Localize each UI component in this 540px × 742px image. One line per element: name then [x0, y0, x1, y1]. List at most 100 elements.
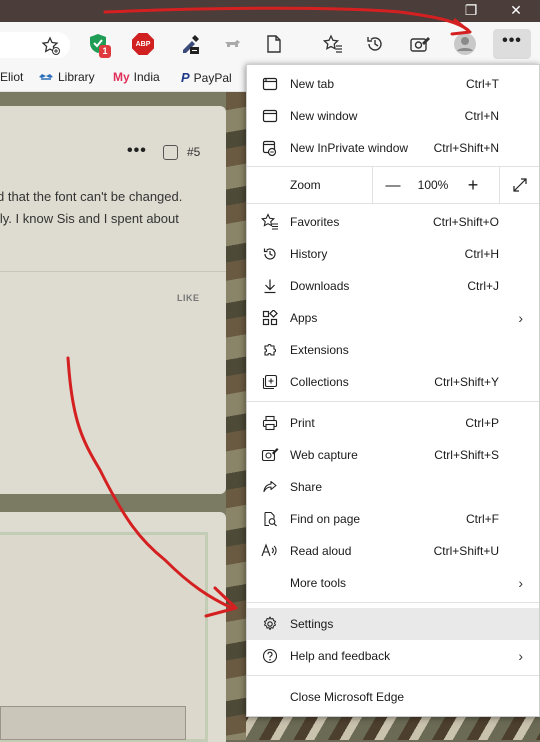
shield-extension-icon[interactable]: 1 — [83, 29, 113, 59]
menu-item-new-window[interactable]: New window Ctrl+N — [247, 100, 539, 132]
menu-shortcut: Ctrl+J — [467, 279, 499, 293]
menu-label: Find on page — [290, 512, 361, 526]
favorites-icon[interactable] — [318, 29, 348, 59]
menu-label: Read aloud — [290, 544, 352, 558]
menu-item-new-tab[interactable]: New tab Ctrl+T — [247, 68, 539, 100]
menu-label: Apps — [290, 311, 318, 325]
post-select-checkbox[interactable] — [163, 145, 178, 160]
menu-item-zoom: Zoom — 100% + — [247, 167, 539, 203]
web-capture-icon[interactable] — [405, 29, 435, 59]
profile-avatar-icon[interactable] — [450, 29, 480, 59]
post-body: d that the font can't be changed. lly. I… — [0, 186, 226, 230]
menu-label: Zoom — [290, 178, 321, 192]
zoom-value: 100% — [417, 178, 449, 192]
restore-button[interactable]: ❐ — [454, 0, 488, 20]
menu-item-apps[interactable]: Apps › — [247, 302, 539, 334]
menu-item-find-on-page[interactable]: Find on page Ctrl+F — [247, 503, 539, 535]
gear-icon — [261, 615, 279, 633]
gray-extension-icon[interactable] — [217, 29, 247, 59]
like-button[interactable]: LIKE — [177, 293, 200, 303]
printer-icon — [261, 414, 279, 432]
favorite-eliot[interactable]: Eliot — [0, 70, 23, 84]
my-logo-icon: My — [113, 70, 130, 84]
menu-label: More tools — [290, 576, 347, 590]
menu-shortcut: Ctrl+N — [464, 109, 499, 123]
adblock-plus-icon[interactable]: ABP — [128, 29, 158, 59]
menu-shortcut: Ctrl+Shift+N — [433, 141, 499, 155]
menu-label: History — [290, 247, 328, 261]
help-icon — [261, 647, 279, 665]
extension-badge: 1 — [99, 45, 111, 58]
zoom-out-button[interactable]: — — [373, 167, 413, 203]
fullscreen-button[interactable] — [500, 167, 539, 203]
menu-item-collections[interactable]: Collections Ctrl+Shift+Y — [247, 366, 539, 398]
browser-toolbar: 1 ABP ••• — [0, 22, 540, 66]
menu-item-favorites[interactable]: Favorites Ctrl+Shift+O — [247, 206, 539, 238]
favorites-icon — [261, 213, 279, 231]
settings-and-more-menu: New tab Ctrl+T New window Ctrl+N New InP… — [246, 64, 540, 717]
inprivate-window-icon — [261, 139, 279, 157]
menu-separator — [247, 401, 539, 402]
favorite-india[interactable]: My India — [113, 70, 160, 84]
download-icon — [261, 277, 279, 295]
menu-label: New InPrivate window — [290, 141, 409, 155]
menu-item-history[interactable]: History Ctrl+H — [247, 238, 539, 270]
library-icon — [39, 74, 53, 80]
share-icon — [261, 478, 279, 496]
menu-item-web-capture[interactable]: Web capture Ctrl+Shift+S — [247, 439, 539, 471]
apps-icon — [261, 309, 279, 327]
extensions-puzzle-icon — [261, 341, 279, 359]
menu-label: New tab — [290, 77, 335, 91]
chevron-right-icon: › — [518, 310, 523, 326]
menu-label: Favorites — [290, 215, 340, 229]
add-favorite-icon[interactable] — [36, 31, 66, 61]
find-on-page-icon — [261, 510, 279, 528]
paypal-icon: P — [181, 70, 190, 85]
menu-item-extensions[interactable]: Extensions — [247, 334, 539, 366]
menu-label: Help and feedback — [290, 649, 391, 663]
post-line: lly. I know Sis and I spent about — [0, 211, 179, 226]
post-line: d that the font can't be changed. — [0, 189, 183, 204]
menu-label: Extensions — [290, 343, 349, 357]
menu-separator — [247, 203, 539, 204]
zoom-in-icon: + — [467, 174, 479, 195]
zoom-in-button[interactable]: + — [453, 167, 493, 203]
menu-label: New window — [290, 109, 358, 123]
favorite-paypal[interactable]: P PayPal — [181, 70, 232, 85]
chevron-right-icon: › — [518, 575, 523, 591]
favorite-library[interactable]: Library — [38, 70, 95, 84]
zoom-out-icon: — — [385, 176, 401, 194]
zoom-level: 100% — [413, 167, 453, 203]
history-icon[interactable] — [360, 29, 390, 59]
post-divider — [0, 271, 226, 272]
menu-item-print[interactable]: Print Ctrl+P — [247, 407, 539, 439]
menu-label: Settings — [290, 617, 334, 631]
menu-item-help-and-feedback[interactable]: Help and feedback › — [247, 640, 539, 672]
more-dots-icon: ••• — [502, 32, 522, 49]
menu-shortcut: Ctrl+H — [464, 247, 499, 261]
menu-item-more-tools[interactable]: More tools › — [247, 567, 539, 599]
menu-item-close-microsoft-edge[interactable]: Close Microsoft Edge — [247, 681, 539, 713]
menu-label: Share — [290, 480, 323, 494]
read-aloud-icon — [261, 542, 279, 560]
page-icon[interactable] — [259, 29, 289, 59]
settings-and-more-button[interactable]: ••• — [493, 29, 531, 59]
menu-item-downloads[interactable]: Downloads Ctrl+J — [247, 270, 539, 302]
menu-item-new-inprivate-window[interactable]: New InPrivate window Ctrl+Shift+N — [247, 132, 539, 164]
menu-shortcut: Ctrl+Shift+S — [434, 448, 499, 462]
menu-shortcut: Ctrl+Shift+O — [432, 215, 499, 229]
favorite-label: Eliot — [0, 70, 24, 84]
new-window-icon — [261, 107, 279, 125]
favorite-label: India — [133, 70, 160, 84]
close-window-button[interactable]: ✕ — [499, 0, 533, 20]
menu-item-share[interactable]: Share — [247, 471, 539, 503]
menu-item-settings[interactable]: Settings — [247, 608, 539, 640]
menu-item-read-aloud[interactable]: Read aloud Ctrl+Shift+U — [247, 535, 539, 567]
web-capture-icon — [261, 446, 279, 464]
menu-label: Downloads — [290, 279, 350, 293]
collections-icon — [261, 373, 279, 391]
eyedropper-extension-icon[interactable] — [175, 29, 205, 59]
camo-background-strip — [226, 92, 248, 740]
post-more-icon[interactable]: ••• — [127, 142, 147, 160]
menu-shortcut: Ctrl+Shift+U — [433, 544, 499, 558]
